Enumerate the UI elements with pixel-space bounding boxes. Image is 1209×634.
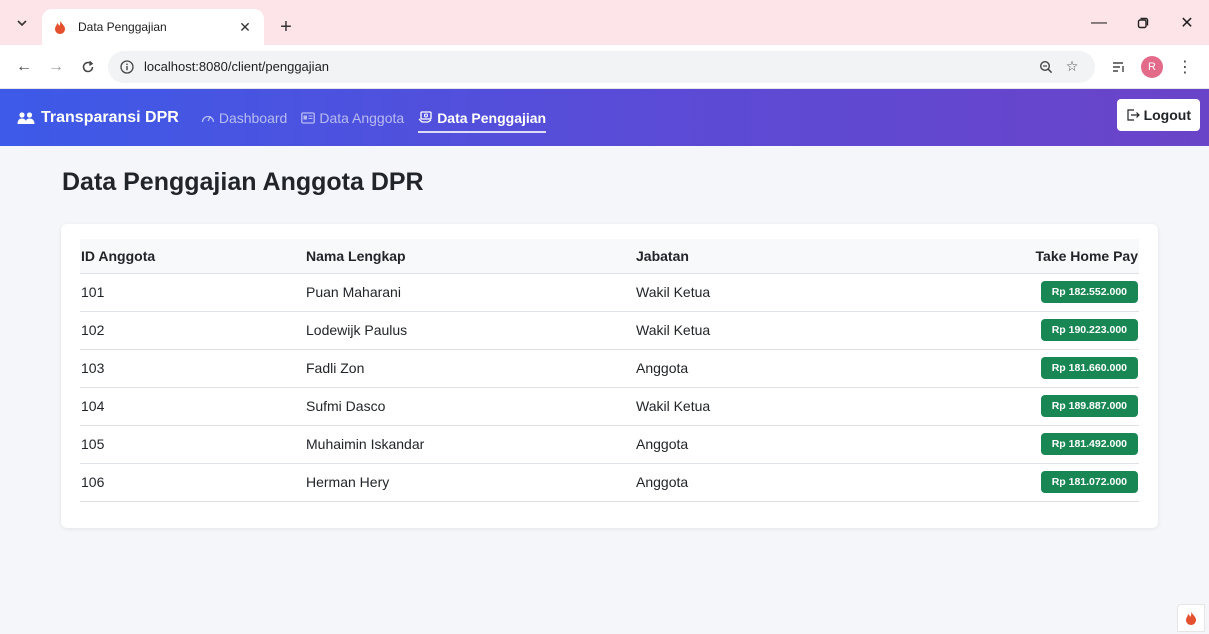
cell-jabatan: Wakil Ketua xyxy=(635,387,915,426)
browser-tab-active[interactable]: Data Penggajian ✕ xyxy=(42,9,264,45)
logout-label: Logout xyxy=(1143,107,1191,123)
brand-label: Transparansi DPR xyxy=(41,108,179,126)
cell-nama: Herman Hery xyxy=(305,463,635,502)
take-home-pay-badge: Rp 181.660.000 xyxy=(1040,357,1138,379)
brand[interactable]: Transparansi DPR xyxy=(17,109,179,127)
nav-dashboard[interactable]: Dashboard xyxy=(201,89,288,146)
browser-tab-bar: Data Penggajian ✕ + — ✕ xyxy=(0,0,1209,45)
debug-toolbar-flame-icon[interactable] xyxy=(1177,604,1205,632)
cell-id: 104 xyxy=(80,387,305,426)
cell-id: 105 xyxy=(80,425,305,464)
reload-icon[interactable] xyxy=(72,51,104,83)
cell-nama: Lodewijk Paulus xyxy=(305,311,635,350)
cell-nama: Puan Maharani xyxy=(305,273,635,312)
reading-list-icon[interactable] xyxy=(1103,51,1135,83)
take-home-pay-badge: Rp 181.072.000 xyxy=(1040,471,1138,493)
payroll-table: ID Anggota Nama Lengkap Jabatan Take Hom… xyxy=(80,239,1139,502)
nav-data-penggajian[interactable]: Data Penggajian xyxy=(418,89,546,146)
header-nama-lengkap: Nama Lengkap xyxy=(305,239,635,274)
back-arrow-icon[interactable]: ← xyxy=(8,51,40,83)
close-window-icon[interactable]: ✕ xyxy=(1165,0,1209,45)
page-title: Data Penggajian Anggota DPR xyxy=(62,168,424,196)
window-controls: — ✕ xyxy=(1077,0,1209,45)
profile-avatar[interactable]: R xyxy=(1141,55,1163,78)
cell-jabatan: Anggota xyxy=(635,463,915,502)
cash-hand-icon xyxy=(418,110,433,125)
forward-arrow-icon[interactable]: → xyxy=(40,51,72,83)
take-home-pay-badge: Rp 182.552.000 xyxy=(1040,281,1138,303)
cell-jabatan: Wakil Ketua xyxy=(635,311,915,350)
site-info-icon[interactable] xyxy=(118,58,136,76)
speedometer-icon xyxy=(201,112,215,124)
nav-dashboard-label: Dashboard xyxy=(218,109,288,126)
minimize-icon[interactable]: — xyxy=(1077,0,1121,45)
id-card-icon xyxy=(301,111,316,124)
cell-nama: Sufmi Dasco xyxy=(305,387,635,426)
header-jabatan: Jabatan xyxy=(635,239,915,274)
take-home-pay-badge: Rp 181.492.000 xyxy=(1040,433,1138,455)
table-row: 106 Herman Hery Anggota Rp 181.072.000 xyxy=(80,463,1139,502)
payroll-card: ID Anggota Nama Lengkap Jabatan Take Hom… xyxy=(61,224,1158,528)
address-bar[interactable]: localhost:8080/client/penggajian ☆ xyxy=(108,50,1095,83)
cell-id: 103 xyxy=(80,349,305,388)
table-header-row: ID Anggota Nama Lengkap Jabatan Take Hom… xyxy=(80,239,1139,274)
cell-id: 102 xyxy=(80,311,305,350)
take-home-pay-badge: Rp 189.887.000 xyxy=(1040,395,1138,417)
logout-button[interactable]: Logout xyxy=(1116,99,1200,131)
browser-menu-icon[interactable]: ⋮ xyxy=(1169,51,1201,83)
nav-data-anggota[interactable]: Data Anggota xyxy=(301,89,404,146)
new-tab-plus-icon[interactable]: + xyxy=(272,13,300,41)
cell-id: 106 xyxy=(80,463,305,502)
nav-data-penggajian-label: Data Penggajian xyxy=(437,109,547,126)
table-row: 104 Sufmi Dasco Wakil Ketua Rp 189.887.0… xyxy=(80,387,1139,426)
flame-favicon-icon xyxy=(52,19,68,35)
tab-search-chevron-icon[interactable] xyxy=(8,9,36,37)
cell-nama: Muhaimin Iskandar xyxy=(305,425,635,464)
url-text: localhost:8080/client/penggajian xyxy=(144,59,330,74)
app-navbar: Transparansi DPR Dashboard Data Anggota … xyxy=(0,89,1209,146)
bookmark-star-icon[interactable]: ☆ xyxy=(1059,54,1085,80)
header-take-home-pay: Take Home Pay xyxy=(915,239,1139,274)
restore-icon[interactable] xyxy=(1121,0,1165,45)
take-home-pay-badge: Rp 190.223.000 xyxy=(1040,319,1138,341)
zoom-icon[interactable] xyxy=(1033,54,1059,80)
logout-icon xyxy=(1126,109,1140,121)
browser-toolbar: ← → localhost:8080/client/penggajian ☆ R… xyxy=(0,45,1209,89)
table-row: 101 Puan Maharani Wakil Ketua Rp 182.552… xyxy=(80,273,1139,312)
cell-jabatan: Anggota xyxy=(635,425,915,464)
cell-nama: Fadli Zon xyxy=(305,349,635,388)
people-icon xyxy=(17,111,35,125)
tab-title: Data Penggajian xyxy=(78,20,167,34)
cell-jabatan: Anggota xyxy=(635,349,915,388)
table-row: 105 Muhaimin Iskandar Anggota Rp 181.492… xyxy=(80,425,1139,464)
table-row: 102 Lodewijk Paulus Wakil Ketua Rp 190.2… xyxy=(80,311,1139,350)
header-id-anggota: ID Anggota xyxy=(80,239,305,274)
tab-close-icon[interactable]: ✕ xyxy=(236,18,254,36)
cell-jabatan: Wakil Ketua xyxy=(635,273,915,312)
nav-data-anggota-label: Data Anggota xyxy=(319,109,405,126)
cell-id: 101 xyxy=(80,273,305,312)
table-row: 103 Fadli Zon Anggota Rp 181.660.000 xyxy=(80,349,1139,388)
